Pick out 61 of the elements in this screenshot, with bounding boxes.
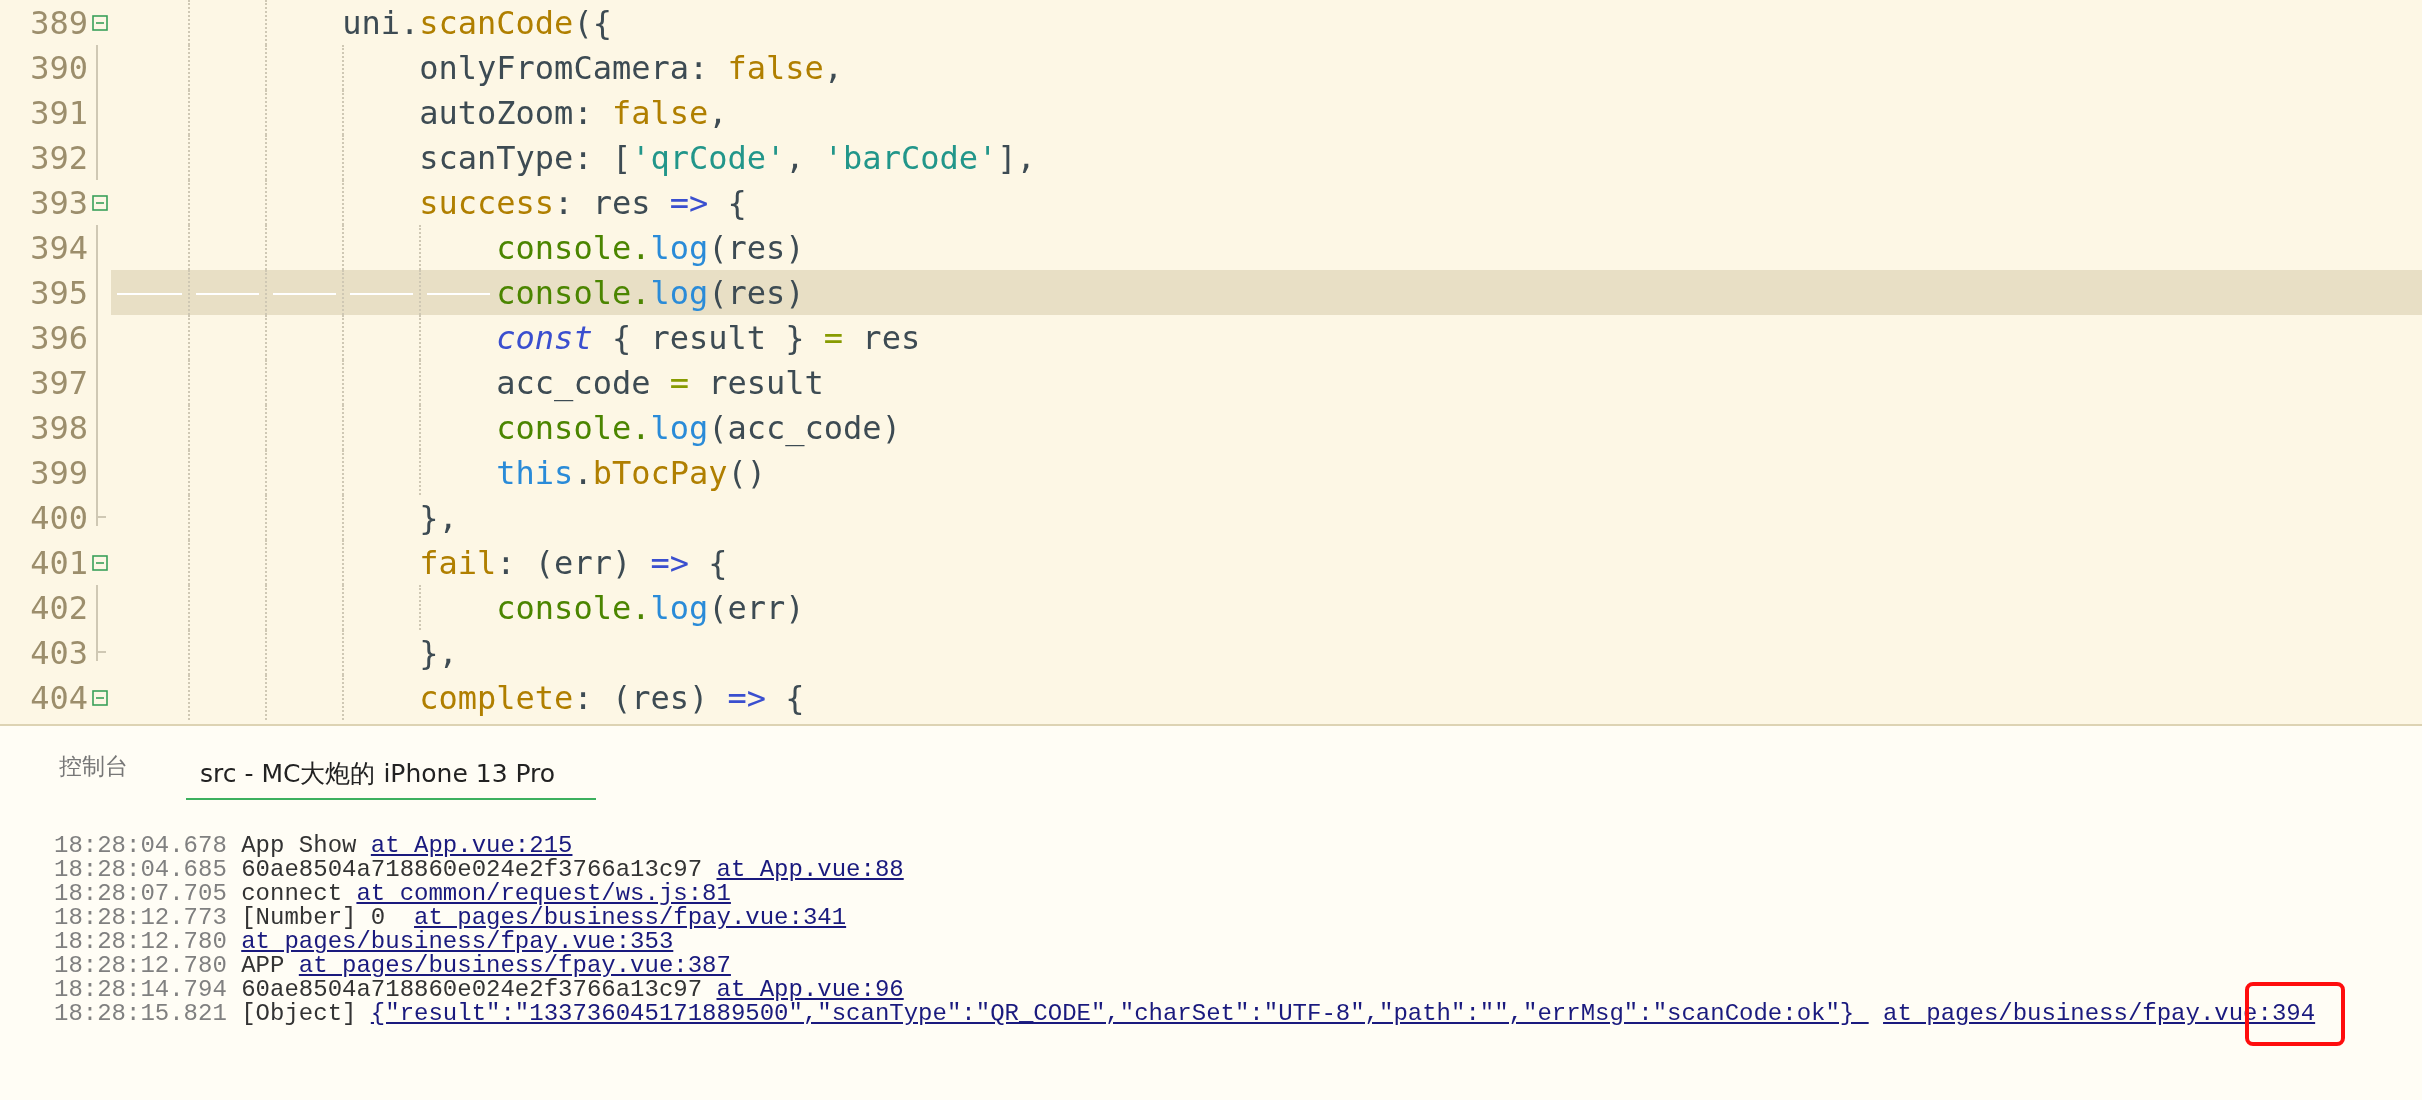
code-line: console.log(acc_code) — [496, 408, 901, 447]
fold-toggle-icon[interactable] — [91, 14, 108, 31]
code-line: console.log(res) — [496, 228, 805, 267]
log-message: APP — [241, 954, 285, 978]
log-timestamp: 18:28:07.705 — [54, 882, 227, 906]
line-number: 398 — [29, 408, 88, 447]
code-line: success: res => { — [419, 183, 747, 222]
code-line: complete: (res) => { — [419, 678, 805, 717]
line-number: 400 — [29, 498, 88, 537]
line-number: 391 — [29, 93, 88, 132]
code-line: onlyFromCamera: false, — [419, 48, 844, 87]
source-link[interactable]: at App.vue:88 — [716, 858, 904, 882]
code-line: this.bTocPay() — [496, 453, 767, 492]
line-number: 403 — [29, 633, 88, 672]
code-line: uni.scanCode({ — [342, 3, 612, 42]
log-timestamp: 18:28:12.780 — [54, 954, 227, 978]
source-link[interactable]: at common/request/ws.js:81 — [356, 882, 731, 906]
code-line: scanType: ['qrCode', 'barCode'], — [419, 138, 1036, 177]
line-number: 395 — [29, 273, 88, 312]
line-number: 404 — [29, 678, 88, 717]
source-link[interactable]: at App.vue:215 — [370, 834, 573, 858]
panel-title: 控制台 — [58, 752, 128, 781]
source-link[interactable]: at App.vue:96 — [716, 978, 904, 1002]
code-line: console.log(err) — [496, 588, 805, 627]
code-line: acc_code = result — [496, 363, 824, 402]
line-number: 396 — [29, 318, 88, 357]
log-message: connect — [241, 882, 343, 906]
log-message: [Number] 0 — [241, 906, 386, 930]
code-line: autoZoom: false, — [419, 93, 728, 132]
line-number: 397 — [29, 363, 88, 402]
code-line: console.log(res) — [496, 273, 805, 312]
line-number: 390 — [29, 48, 88, 87]
log-message: App Show — [241, 834, 357, 858]
log-timestamp: 18:28:04.678 — [54, 834, 227, 858]
code-line: fail: (err) => { — [419, 543, 728, 582]
line-number: 394 — [29, 228, 88, 267]
device-tab[interactable]: src - MC大炮的 iPhone 13 Pro — [186, 757, 596, 800]
log-message: 60ae8504a718860e024e2f3766a13c97 — [241, 978, 703, 1002]
line-number: 392 — [29, 138, 88, 177]
code-line: }, — [419, 498, 458, 537]
line-number: 389 — [29, 3, 88, 42]
source-link[interactable]: at pages/business/fpay.vue:341 — [414, 906, 847, 930]
line-number: 399 — [29, 453, 88, 492]
line-number: 401 — [29, 543, 88, 582]
fold-toggle-icon[interactable] — [91, 689, 108, 706]
fold-toggle-icon[interactable] — [91, 194, 108, 211]
line-number: 393 — [29, 183, 88, 222]
log-timestamp: 18:28:04.685 — [54, 858, 227, 882]
fold-toggle-icon[interactable] — [91, 554, 108, 571]
log-message: [Object] — [241, 1002, 357, 1026]
source-link[interactable]: {"result":"133736045171889500","scanType":"QR_CODE","charSet":"UTF-8","path":"","errMsg":"scanCode:ok"} — [370, 1002, 1869, 1026]
code-line: }, — [419, 633, 458, 672]
log-timestamp: 18:28:15.821 — [54, 1002, 227, 1026]
source-link[interactable]: at pages/business/fpay.vue:353 — [241, 930, 674, 954]
log-timestamp: 18:28:12.773 — [54, 906, 227, 930]
code-line: const { result } = res — [496, 318, 921, 357]
source-link[interactable]: at pages/business/fpay.vue:387 — [298, 954, 731, 978]
log-timestamp: 18:28:14.794 — [54, 978, 227, 1002]
log-timestamp: 18:28:12.780 — [54, 930, 227, 954]
line-number: 402 — [29, 588, 88, 627]
log-message: 60ae8504a718860e024e2f3766a13c97 — [241, 858, 703, 882]
